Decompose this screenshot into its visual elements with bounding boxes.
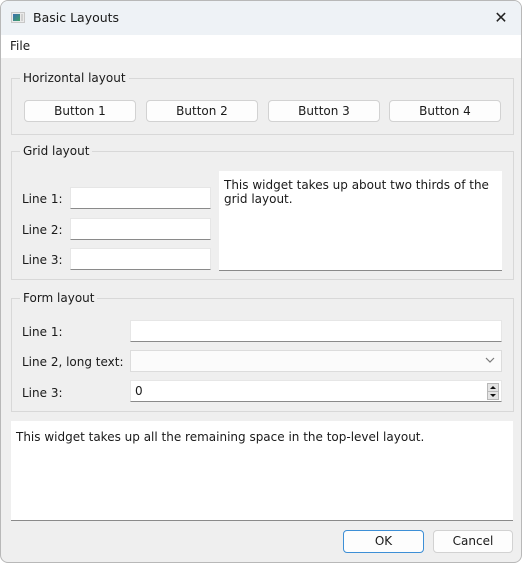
- window-title: Basic Layouts: [33, 10, 120, 25]
- big-text-widget[interactable]: This widget takes up all the remaining s…: [11, 421, 513, 521]
- form-line2-combobox[interactable]: [130, 350, 502, 372]
- form-line3-spinbox[interactable]: 0: [130, 380, 502, 402]
- button-3[interactable]: Button 3: [268, 100, 380, 122]
- close-icon[interactable]: ✕: [491, 8, 511, 28]
- menu-file[interactable]: File: [10, 39, 30, 53]
- form-line1-input[interactable]: [130, 320, 502, 342]
- grid-layout-group: Grid layout Line 1: Line 2: Line 3: This…: [11, 143, 514, 280]
- group-title: Form layout: [20, 290, 98, 306]
- cancel-button[interactable]: Cancel: [433, 530, 513, 553]
- spinbox-value: 0: [135, 384, 143, 398]
- grid-line3-input[interactable]: [70, 248, 211, 270]
- group-title: Grid layout: [20, 143, 93, 159]
- spin-up-icon[interactable]: [488, 384, 498, 392]
- title-bar[interactable]: Basic Layouts ✕: [1, 1, 521, 35]
- app-window-icon: [11, 12, 25, 23]
- form-layout-group: Form layout Line 1: Line 2, long text: L…: [11, 290, 514, 412]
- grid-line1-input[interactable]: [70, 187, 211, 209]
- button-2[interactable]: Button 2: [146, 100, 258, 122]
- grid-text-widget[interactable]: This widget takes up about two thirds of…: [219, 171, 502, 271]
- grid-line3-label: Line 3:: [22, 253, 63, 267]
- horizontal-layout-group: Horizontal layout Button 1 Button 2 Butt…: [11, 70, 514, 135]
- form-line1-label: Line 1:: [22, 325, 63, 339]
- grid-line1-label: Line 1:: [22, 192, 63, 206]
- menu-bar: File: [1, 35, 521, 58]
- ok-button[interactable]: OK: [343, 530, 424, 553]
- form-line2-label: Line 2, long text:: [22, 355, 124, 369]
- button-4[interactable]: Button 4: [389, 100, 501, 122]
- group-title: Horizontal layout: [20, 70, 129, 86]
- chevron-down-icon: [485, 357, 495, 363]
- grid-line2-label: Line 2:: [22, 223, 63, 237]
- main-window: Basic Layouts ✕ File Horizontal layout B…: [0, 0, 522, 563]
- button-1[interactable]: Button 1: [24, 100, 136, 122]
- grid-line2-input[interactable]: [70, 218, 211, 240]
- spin-buttons: [487, 383, 499, 400]
- form-line3-label: Line 3:: [22, 386, 63, 400]
- spin-down-icon[interactable]: [488, 392, 498, 399]
